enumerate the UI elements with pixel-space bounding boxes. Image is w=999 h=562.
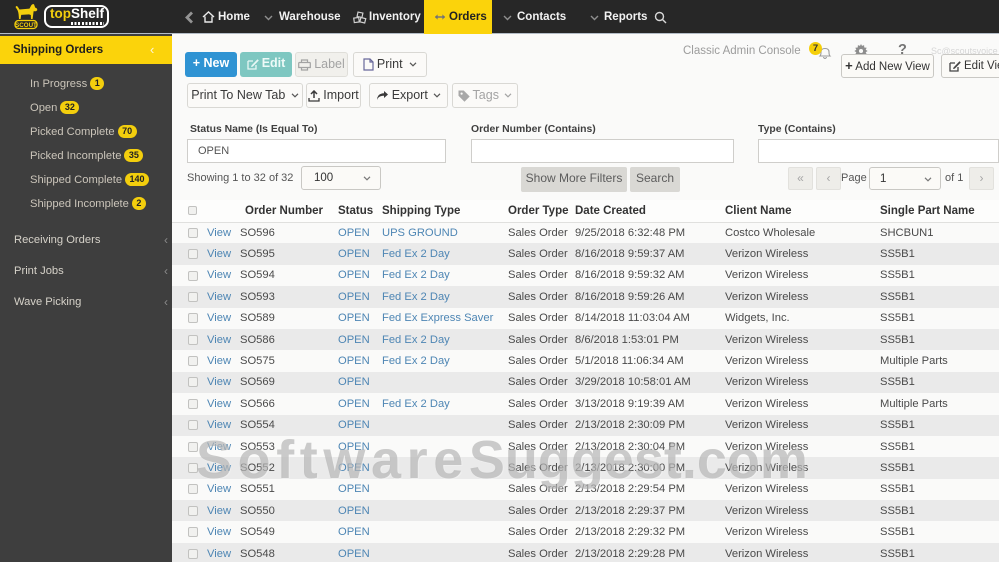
svg-text:SCOUT: SCOUT: [15, 22, 37, 29]
